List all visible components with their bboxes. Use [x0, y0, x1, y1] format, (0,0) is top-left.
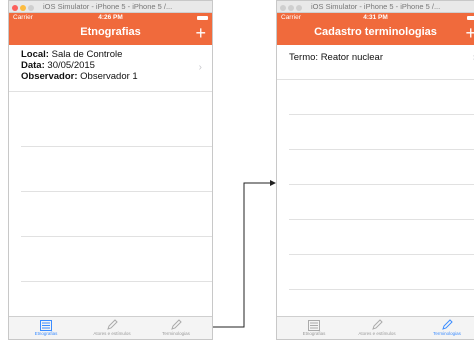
page-title: Etnografias — [80, 26, 141, 38]
tab-bar: Etnografias Atores e estímulos Terminolo… — [277, 316, 474, 339]
list-icon — [289, 319, 339, 331]
navigation-bar: Etnografias + — [9, 22, 212, 45]
empty-row — [289, 115, 474, 150]
empty-row — [289, 150, 474, 185]
termo-label: Termo: — [289, 52, 319, 63]
empty-row — [289, 255, 474, 290]
tab-label: Etnografias — [302, 331, 326, 336]
empty-row — [21, 282, 212, 319]
empty-row — [289, 220, 474, 255]
tab-label: Etnografias — [34, 331, 58, 336]
tab-etnografias[interactable]: Etnografias — [289, 319, 339, 336]
data-label: Data: — [21, 60, 45, 71]
minimize-window-button[interactable] — [20, 5, 26, 11]
tab-terminologias[interactable]: Terminologias — [422, 319, 472, 336]
zoom-window-button[interactable] — [296, 5, 302, 11]
tab-bar: Etnografias Atores e estímulos Terminolo… — [9, 316, 212, 339]
pencil-icon — [87, 319, 137, 331]
tab-etnografias[interactable]: Etnografias — [21, 319, 71, 336]
battery-icon — [467, 16, 474, 20]
minimize-window-button[interactable] — [288, 5, 294, 11]
status-bar: Carrier 4:26 PM — [9, 13, 212, 22]
local-label: Local: — [21, 49, 49, 60]
list-item[interactable]: Local: Sala de Controle Data: 30/05/2015… — [9, 45, 212, 92]
tab-label: Atores e estímulos — [93, 331, 131, 336]
close-window-button[interactable] — [12, 5, 18, 11]
navigation-bar: Cadastro terminologias + — [277, 22, 474, 45]
local-value: Sala de Controle — [51, 49, 123, 60]
empty-row — [289, 185, 474, 220]
zoom-window-button[interactable] — [28, 5, 34, 11]
data-value: 30/05/2015 — [47, 60, 95, 71]
list-icon — [21, 319, 71, 331]
tab-terminologias[interactable]: Terminologias — [151, 319, 201, 336]
empty-row — [21, 92, 212, 147]
window-title: iOS Simulator - iPhone 5 - iPhone 5 /... — [311, 2, 441, 11]
empty-row — [21, 147, 212, 192]
pencil-icon — [352, 319, 402, 331]
list-item[interactable]: Termo: Reator nuclear › — [277, 45, 474, 80]
empty-row — [289, 80, 474, 115]
tab-label: Atores e estímulos — [358, 331, 396, 336]
tab-atores-estimulos[interactable]: Atores e estímulos — [87, 319, 137, 336]
status-time: 4:31 PM — [363, 14, 388, 21]
add-button[interactable]: + — [465, 23, 474, 43]
tab-atores-estimulos[interactable]: Atores e estímulos — [352, 319, 402, 336]
observador-label: Observador: — [21, 71, 78, 82]
observador-value: Observador 1 — [80, 71, 138, 82]
battery-icon — [197, 16, 208, 20]
window-titlebar: iOS Simulator - iPhone 5 - iPhone 5 /... — [277, 1, 474, 13]
close-window-button[interactable] — [280, 5, 286, 11]
pencil-icon — [151, 319, 201, 331]
tab-label: Terminologias — [162, 331, 190, 336]
status-time: 4:26 PM — [98, 14, 123, 21]
termo-value: Reator nuclear — [320, 52, 383, 63]
simulator-window-terminologias: iOS Simulator - iPhone 5 - iPhone 5 /...… — [276, 0, 474, 340]
tab-label: Terminologias — [433, 331, 461, 336]
terminologias-list: Termo: Reator nuclear › — [277, 45, 474, 325]
window-title: iOS Simulator - iPhone 5 - iPhone 5 /... — [43, 2, 173, 11]
add-button[interactable]: + — [195, 23, 206, 43]
etnografias-list: Local: Sala de Controle Data: 30/05/2015… — [9, 45, 212, 319]
window-titlebar: iOS Simulator - iPhone 5 - iPhone 5 /... — [9, 1, 212, 13]
pencil-icon — [422, 319, 472, 331]
empty-row — [21, 237, 212, 282]
chevron-right-icon: › — [198, 62, 202, 73]
simulator-window-etnografias: iOS Simulator - iPhone 5 - iPhone 5 /...… — [8, 0, 213, 340]
status-bar: Carrier 4:31 PM — [277, 13, 474, 22]
empty-row — [21, 192, 212, 237]
page-title: Cadastro terminologias — [314, 26, 437, 38]
